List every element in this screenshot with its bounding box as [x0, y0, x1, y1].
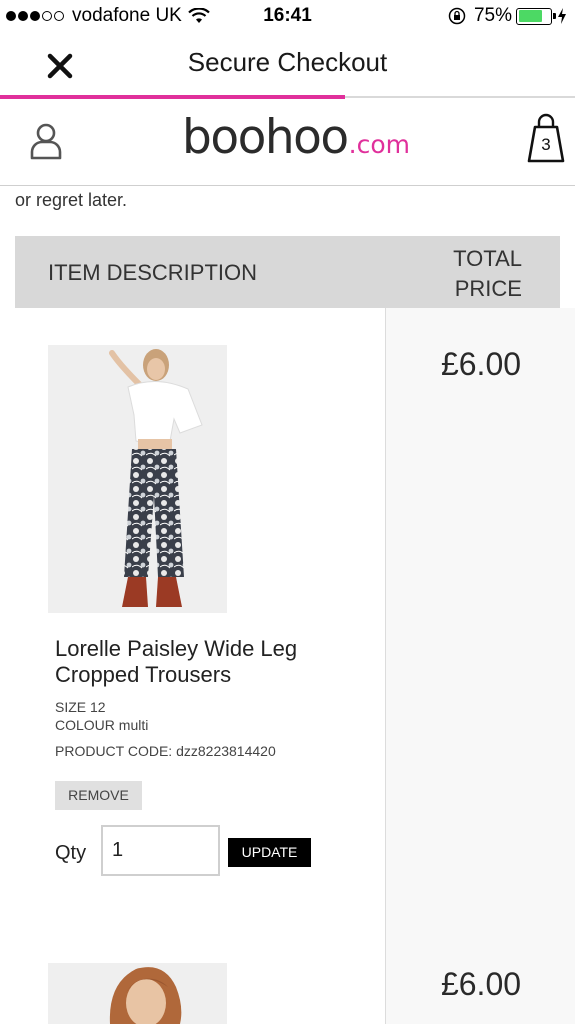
- brand-header: boohoo .com 3: [0, 98, 575, 186]
- status-right: 75%: [448, 5, 567, 27]
- product-size: SIZE 12: [55, 699, 106, 715]
- bag-count-badge: 3: [541, 135, 551, 154]
- account-icon[interactable]: [28, 122, 64, 160]
- header-total-line1: TOTAL: [453, 246, 522, 271]
- brand-logo[interactable]: boohoo .com: [182, 110, 410, 165]
- update-button[interactable]: UPDATE: [228, 838, 311, 867]
- battery-icon: [516, 7, 556, 25]
- product-name[interactable]: Lorelle Paisley Wide Leg Cropped Trouser…: [55, 636, 355, 688]
- battery-percent: 75%: [473, 5, 512, 26]
- table-header: ITEM DESCRIPTION TOTAL PRICE: [15, 236, 560, 308]
- remove-button[interactable]: REMOVE: [55, 781, 142, 810]
- charging-icon: [558, 8, 566, 24]
- item-price: £6.00: [440, 966, 522, 1002]
- qty-label: Qty: [55, 842, 87, 864]
- product-code: PRODUCT CODE: dzz8223814420: [55, 743, 276, 759]
- logo-main-text: boohoo: [182, 110, 349, 165]
- price-column: £6.00 £6.00: [385, 308, 575, 1024]
- item-price: £6.00: [440, 346, 522, 382]
- product-image[interactable]: [48, 963, 227, 1024]
- product-photo: [48, 345, 227, 613]
- status-bar: vodafone UK 16:41 75%: [0, 0, 575, 32]
- product-colour: COLOUR multi: [55, 717, 149, 733]
- quantity-input[interactable]: 1: [101, 825, 220, 876]
- rotation-lock-icon: [448, 7, 466, 25]
- intro-text: or regret later.: [15, 190, 128, 210]
- header-item-description: ITEM DESCRIPTION: [48, 260, 258, 285]
- page-title: Secure Checkout: [187, 47, 388, 77]
- header-total-price: TOTAL PRICE: [402, 244, 522, 304]
- battery-level: [518, 10, 542, 22]
- shopping-bag-button[interactable]: 3: [526, 112, 566, 164]
- checkout-header: Secure Checkout: [0, 32, 575, 99]
- product-photo: [48, 963, 227, 1024]
- header-total-line2: PRICE: [454, 276, 522, 301]
- product-image[interactable]: [48, 345, 227, 613]
- logo-suffix-text: .com: [348, 130, 410, 159]
